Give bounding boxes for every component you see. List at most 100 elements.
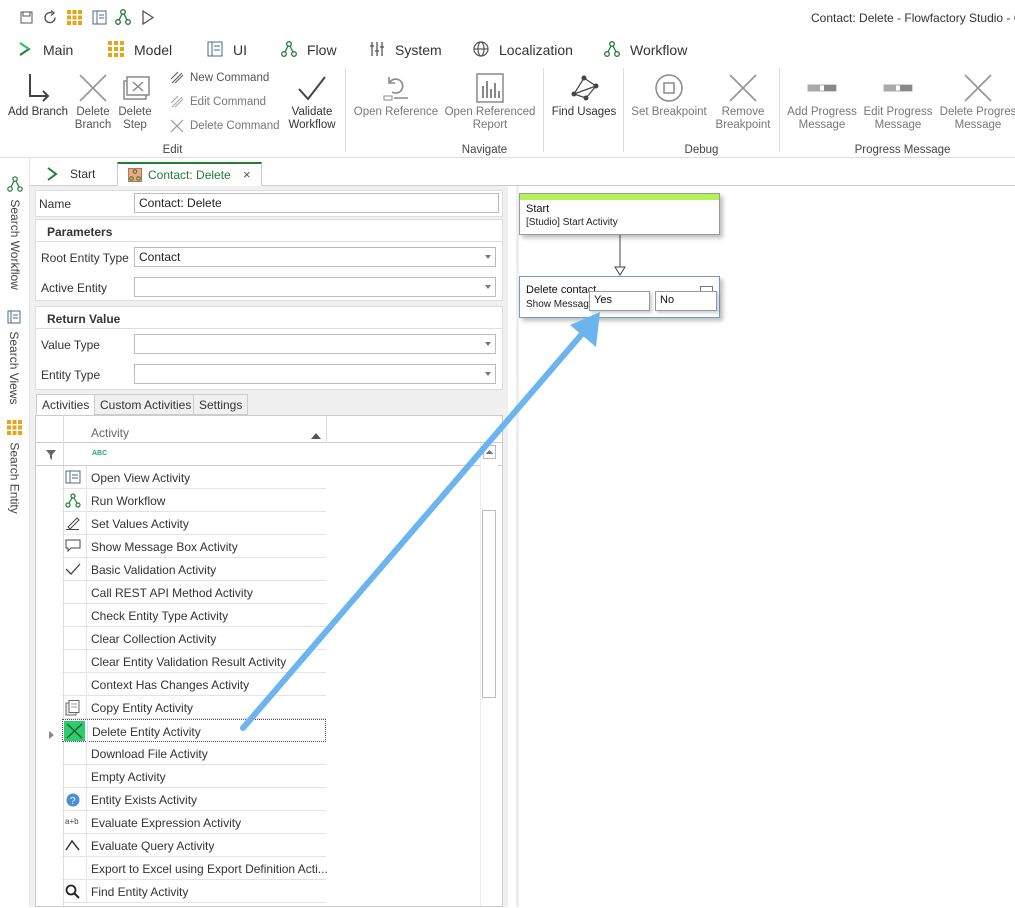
value-type-select[interactable] <box>134 334 496 354</box>
add-branch-label: Add Branch <box>7 106 69 118</box>
open-referenced-report-label: Open Referenced Report <box>444 106 536 131</box>
speech-bubble-icon <box>65 539 83 554</box>
debug-group-label: Debug <box>684 144 719 156</box>
root-entity-type-value: Contact <box>139 250 181 264</box>
no-option-button[interactable]: No <box>655 291 717 311</box>
main-tab-bar: Main Model UI Flow System Localization W… <box>0 34 1015 97</box>
list-item[interactable]: Clear Collection Activity <box>62 627 326 650</box>
ribbon-separator <box>779 68 780 152</box>
delete-branch-label: Delete Branch <box>74 106 112 131</box>
list-item[interactable]: Evaluate Query Activity <box>62 834 326 857</box>
navigate-group-label: Navigate <box>461 144 508 156</box>
root-entity-type-select[interactable]: Contact <box>134 247 496 267</box>
row-label: Set Values Activity <box>91 517 189 531</box>
scroll-up-button[interactable] <box>483 445 496 459</box>
progress-bar-icon <box>883 84 913 92</box>
list-item[interactable]: Download File Activity <box>62 742 326 765</box>
expand-arrow-icon[interactable] <box>49 728 55 742</box>
activity-column-header[interactable]: Activity <box>91 426 129 440</box>
row-label: Check Entity Type Activity <box>91 609 229 623</box>
validate-workflow-button[interactable]: Validate Workflow <box>282 72 342 132</box>
sort-ascending-icon[interactable] <box>311 428 321 442</box>
scrollbar-thumb[interactable] <box>482 510 496 698</box>
list-item[interactable]: Check Entity Type Activity <box>62 604 326 627</box>
delete-progress-label: Delete Progres Message <box>939 106 1015 131</box>
list-item[interactable]: Copy Entity Activity <box>62 696 326 719</box>
row-label: Clear Entity Validation Result Activity <box>91 655 287 669</box>
tab-settings-label: Settings <box>199 398 243 412</box>
edit-group-label: Edit <box>162 144 183 156</box>
set-breakpoint-button[interactable]: Set Breakpoint <box>628 72 710 119</box>
edit-command-label: Edit Command <box>190 96 267 108</box>
find-usages-button[interactable]: Find Usages <box>548 72 620 119</box>
form-icon[interactable] <box>92 10 107 25</box>
list-item[interactable]: Basic Validation Activity <box>62 558 326 581</box>
tab-custom-activities[interactable]: Custom Activities <box>94 394 198 415</box>
refresh-icon[interactable] <box>43 10 58 25</box>
sidebar-item-search-views[interactable]: Search Views <box>7 310 21 405</box>
list-item[interactable]: Empty Activity <box>62 765 326 788</box>
x-icon <box>79 74 107 102</box>
play-icon[interactable] <box>141 10 155 25</box>
sidebar-item-search-workflow[interactable]: Search Workflow <box>7 176 23 290</box>
name-label: Name <box>39 197 72 211</box>
yes-option-button[interactable]: Yes <box>589 291 650 311</box>
entity-type-select[interactable] <box>134 364 496 384</box>
list-item[interactable]: Export to Excel using Export Definition … <box>62 857 328 880</box>
workflow-icon[interactable] <box>115 9 132 26</box>
delete-branch-button[interactable]: Delete Branch <box>72 72 114 132</box>
delete-progress-message-button[interactable]: Delete Progres Message <box>936 72 1015 132</box>
breakpoint-icon <box>655 74 683 102</box>
list-item[interactable]: Find Entity Activity <box>62 880 326 903</box>
text-filter-icon[interactable]: ABC <box>92 450 107 457</box>
row-label: Call REST API Method Activity <box>91 586 253 600</box>
delete-step-button[interactable]: Delete Step <box>115 72 155 132</box>
report-icon <box>476 73 504 103</box>
ribbon: Add Branch Delete Branch Delete Step New… <box>0 64 1015 158</box>
copy-icon <box>65 700 83 716</box>
close-icon[interactable]: × <box>243 167 251 182</box>
sidebar-item-search-entity[interactable]: Search Entity <box>7 420 22 514</box>
list-item[interactable]: ? Entity Exists Activity <box>62 788 326 811</box>
tab-activities[interactable]: Activities <box>36 394 96 415</box>
workflow-icon <box>281 41 298 61</box>
edit-progress-message-button[interactable]: Edit Progress Message <box>860 72 936 132</box>
form-icon <box>207 41 223 60</box>
tab-start[interactable]: Start <box>38 162 108 186</box>
list-item[interactable]: Context Has Changes Activity <box>62 673 326 696</box>
save-icon[interactable] <box>20 11 33 24</box>
progress-bar-icon <box>807 84 837 92</box>
add-progress-message-button[interactable]: Add Progress Message <box>784 72 860 132</box>
active-entity-select[interactable] <box>134 277 496 297</box>
progress-group-label: Progress Message <box>854 144 951 156</box>
tab-workflow-label: Workflow <box>630 42 688 58</box>
tab-contact-delete-label: Contact: Delete <box>148 168 231 182</box>
tab-settings[interactable]: Settings <box>193 394 249 415</box>
list-item[interactable]: Show Message Box Activity <box>62 535 326 558</box>
list-item[interactable]: a+b Evaluate Expression Activity <box>62 811 326 834</box>
remove-breakpoint-button[interactable]: Remove Breakpoint <box>712 72 774 132</box>
tab-activities-label: Activities <box>42 398 90 412</box>
list-item-selected[interactable]: Delete Entity Activity <box>62 719 326 743</box>
filter-icon[interactable] <box>46 449 56 463</box>
list-item[interactable]: Clear Entity Validation Result Activity <box>62 650 326 673</box>
network-icon <box>571 75 599 101</box>
delete-x-icon <box>64 721 85 741</box>
grid-icon[interactable] <box>67 10 82 25</box>
tab-start-label: Start <box>70 167 96 181</box>
chevron-down-icon <box>485 372 491 376</box>
delete-step-icon <box>123 76 150 100</box>
checkmark-icon <box>65 562 83 577</box>
open-reference-button[interactable]: Open Reference <box>351 72 441 119</box>
row-label: Empty Activity <box>91 770 166 784</box>
list-item[interactable]: Call REST API Method Activity <box>62 581 326 604</box>
list-item[interactable]: Run Workflow <box>62 489 326 512</box>
list-item[interactable]: Set Values Activity <box>62 512 326 535</box>
add-branch-button[interactable]: Add Branch <box>4 72 72 119</box>
open-referenced-report-button[interactable]: Open Referenced Report <box>443 72 537 132</box>
start-node[interactable]: Start [Studio] Start Activity <box>519 193 720 235</box>
name-field[interactable]: Contact: Delete <box>134 193 499 213</box>
tab-contact-delete[interactable]: Contact: Delete × <box>117 162 262 186</box>
list-item[interactable]: Open View Activity <box>62 466 326 489</box>
row-label: Open View Activity <box>91 471 191 485</box>
